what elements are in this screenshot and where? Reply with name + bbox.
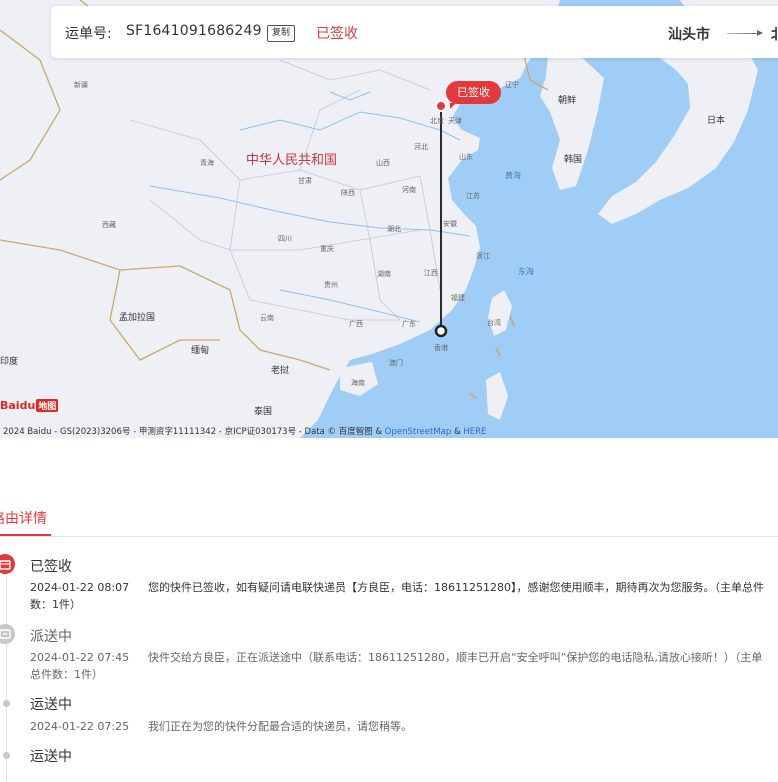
node-title: 运送中	[30, 697, 72, 713]
origin-city: 汕头市	[668, 27, 710, 43]
label-sichuan: 四川	[278, 235, 292, 243]
label-hongkong: 香港	[434, 344, 448, 352]
label-east-sea: 东海	[518, 267, 534, 276]
label-jiangsu: 江苏	[466, 192, 480, 200]
label-japan: 日本	[707, 116, 726, 126]
label-yellow-sea: 黄海	[505, 171, 521, 180]
label-qinghai: 青海	[200, 159, 214, 167]
tab-active-underline	[0, 534, 51, 536]
waybill-number: SF1641091686249	[126, 23, 262, 39]
route-map[interactable]: 新疆 青海 西藏 中华人民共和国 甘肃 陕西 四川 重庆 贵州 云南 广西 广东…	[0, 0, 778, 438]
label-guangdong: 广东	[402, 320, 416, 328]
label-macau: 澳门	[389, 359, 403, 367]
label-liaoning: 辽宁	[505, 81, 519, 89]
label-hunan: 湖南	[377, 270, 391, 278]
label-tianjin: 天津	[448, 117, 462, 125]
label-hebei: 河北	[414, 143, 428, 151]
label-henan: 河南	[402, 186, 416, 194]
label-korea-south: 韩国	[564, 155, 583, 165]
label-chongqing: 重庆	[320, 245, 334, 253]
label-hainan: 海南	[351, 379, 365, 387]
signed-marker-bubble: 已签收	[446, 81, 501, 109]
here-link[interactable]: HERE	[463, 427, 486, 437]
tab-route-details[interactable]: 路由详情	[0, 508, 47, 528]
label-korea-north: 朝鲜	[558, 96, 577, 106]
label-shaanxi: 陕西	[341, 189, 355, 197]
map-copyright: 2024 Baidu - GS(2023)3206号 - 甲测资字1111134…	[3, 427, 487, 437]
label-xinjiang: 新疆	[74, 81, 88, 89]
label-jiangxi: 江西	[424, 269, 438, 277]
node-desc: 2024-01-22 07:25 我们正在为您的快件分配最合适的快递员，请您稍等。	[30, 720, 412, 733]
node-desc: 2024-01-22 07:45 快件交给方良臣，正在派送途中（联系电话：1861…	[30, 651, 763, 681]
label-yunnan: 云南	[260, 314, 274, 322]
label-bangladesh: 孟加拉国	[119, 313, 156, 323]
label-taiwan: 台湾	[487, 319, 501, 327]
map-base	[0, 0, 778, 438]
label-zhejiang: 浙江	[476, 252, 490, 260]
timeline-line	[6, 562, 7, 782]
label-myanmar: 缅甸	[191, 346, 210, 356]
label-guizhou: 贵州	[324, 281, 338, 289]
node-title: 运送中	[30, 749, 72, 765]
label-xizang: 西藏	[102, 221, 116, 229]
label-shanxi: 山西	[376, 159, 390, 167]
courier-icon	[0, 624, 15, 644]
node-desc: 2024-01-22 08:07 您的快件已签收，如有疑问请电联快递员【方良臣，电…	[30, 581, 764, 611]
label-beijing: 北京	[430, 117, 444, 125]
destination-city: 北	[771, 24, 778, 44]
baidu-logo: Baidu 地图	[0, 399, 59, 412]
node-title: 已签收	[30, 559, 72, 575]
label-shandong: 山东	[459, 153, 473, 161]
label-gansu: 甘肃	[298, 177, 312, 185]
waybill-header: 运单号: SF1641091686249 复制 已签收 汕头市 北	[51, 6, 778, 58]
signed-box-icon	[0, 554, 15, 574]
status-badge: 已签收	[316, 26, 358, 42]
label-hubei: 湖北	[387, 225, 401, 233]
label-laos: 老挝	[271, 366, 290, 376]
label-fujian: 福建	[451, 294, 465, 302]
dot-icon	[3, 700, 10, 707]
copy-button[interactable]: 复制	[267, 25, 296, 42]
label-guangxi: 广西	[349, 320, 363, 328]
detail-tabs: 路由详情	[0, 504, 778, 537]
label-anhui: 安徽	[443, 220, 457, 228]
label-thailand: 泰国	[254, 407, 273, 417]
route-arrow-icon	[727, 30, 763, 36]
dot-icon	[3, 752, 10, 759]
label-india: 印度	[0, 357, 19, 367]
label-china: 中华人民共和国	[246, 153, 338, 168]
waybill-label: 运单号:	[65, 26, 112, 42]
node-title: 派送中	[30, 629, 72, 645]
osm-link[interactable]: OpenStreetMap	[385, 427, 451, 437]
